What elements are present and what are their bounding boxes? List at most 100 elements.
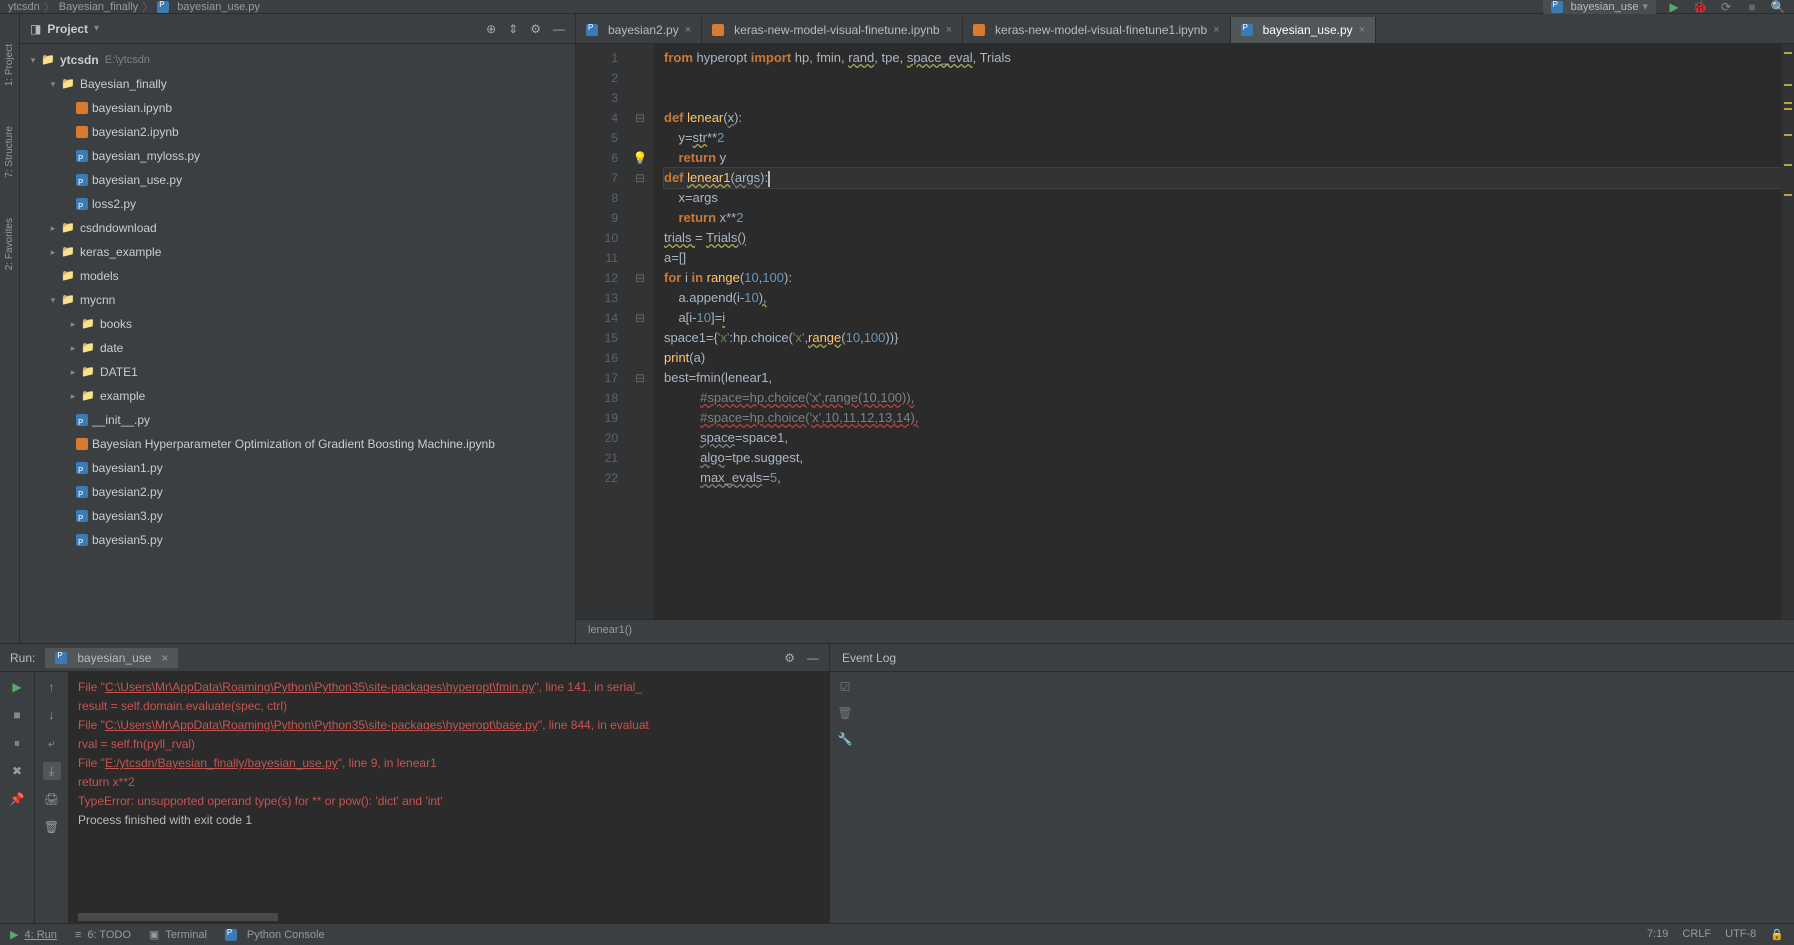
breadcrumb-part[interactable]: ytcsdn — [8, 1, 40, 13]
close-icon[interactable]: × — [161, 651, 168, 665]
tree-toggle-icon[interactable]: ▸ — [46, 218, 60, 238]
tree-toggle-icon[interactable]: ▸ — [66, 362, 80, 382]
tree-toggle-icon[interactable]: ▾ — [46, 290, 60, 310]
debug-icon[interactable]: 🐞 — [1692, 0, 1708, 15]
tree-file[interactable]: loss2.py — [20, 192, 575, 216]
search-icon[interactable]: 🔍 — [1770, 0, 1786, 15]
run-config-selector[interactable]: bayesian_use ▾ — [1543, 0, 1656, 15]
tree-folder[interactable]: ▾mycnn — [20, 288, 575, 312]
tree-toggle-icon[interactable]: ▸ — [66, 314, 80, 334]
wrap-icon[interactable]: ⤶ — [43, 734, 61, 752]
tree-folder[interactable]: ▸example — [20, 384, 575, 408]
terminal-icon: ▣ — [149, 928, 159, 941]
check-icon[interactable]: ☑ — [840, 680, 851, 694]
tree-folder[interactable]: ▾Bayesian_finally — [20, 72, 575, 96]
folder-icon — [60, 74, 76, 94]
stop-icon[interactable]: ■ — [1744, 0, 1760, 15]
fold-icon[interactable]: ⊟ — [626, 308, 654, 328]
bulb-icon[interactable]: 💡 — [626, 148, 654, 168]
up-icon[interactable]: ↑ — [43, 678, 61, 696]
tree-label: csdndownload — [80, 218, 157, 238]
pause-icon[interactable]: ⏸ — [8, 734, 26, 752]
stop-icon[interactable]: ■ — [8, 706, 26, 724]
collapse-icon[interactable]: ⇕ — [508, 22, 518, 36]
tree-file[interactable]: __init__.py — [20, 408, 575, 432]
bottom-tab-todo[interactable]: ≡6: TODO — [75, 928, 131, 941]
run-tab[interactable]: bayesian_use× — [45, 648, 178, 668]
editor-tab-active[interactable]: bayesian_use.py× — [1231, 17, 1377, 43]
tree-folder[interactable]: ▸ date — [20, 336, 575, 360]
fold-icon[interactable]: ⊟ — [626, 108, 654, 128]
status-position[interactable]: 7:19 — [1647, 928, 1668, 941]
python-icon — [76, 534, 88, 546]
exit-icon[interactable]: ✖ — [8, 762, 26, 780]
tree-toggle-icon[interactable]: ▸ — [66, 386, 80, 406]
tree-folder[interactable]: ▸books — [20, 312, 575, 336]
fold-icon[interactable]: ⊟ — [626, 368, 654, 388]
tree-file[interactable]: bayesian1.py — [20, 456, 575, 480]
tree-file[interactable]: bayesian2.py — [20, 480, 575, 504]
project-tree[interactable]: ▾ ytcsdn E:\ytcsdn ▾Bayesian_finally bay… — [20, 44, 575, 643]
bottom-tab-run[interactable]: ▶4: Run — [10, 928, 57, 941]
tree-file[interactable]: bayesian2.ipynb — [20, 120, 575, 144]
breadcrumb-part[interactable]: Bayesian_finally — [59, 1, 139, 13]
trash-icon[interactable]: 🗑 — [837, 706, 852, 720]
breadcrumb-part[interactable]: bayesian_use.py — [177, 1, 260, 13]
bottom-tab-terminal[interactable]: ▣Terminal — [149, 928, 207, 941]
tree-label: date — [100, 338, 123, 358]
tree-toggle-icon[interactable]: ▸ — [66, 338, 80, 358]
close-icon[interactable]: × — [1359, 24, 1365, 36]
gear-icon[interactable]: ⚙ — [784, 651, 795, 665]
tree-folder[interactable]: ▸ csdndownload — [20, 216, 575, 240]
tree-toggle-icon[interactable]: ▾ — [46, 74, 60, 94]
run-config-label: bayesian_use — [1571, 1, 1639, 13]
fold-icon[interactable]: ⊟ — [626, 168, 654, 188]
wrench-icon[interactable]: 🔧 — [838, 732, 853, 746]
tree-file[interactable]: Bayesian Hyperparameter Optimization of … — [20, 432, 575, 456]
run-action-gutter2: ↑ ↓ ⤶ ⤓ 🖨 🗑 — [34, 672, 68, 923]
tree-folder[interactable]: models — [20, 264, 575, 288]
print-icon[interactable]: 🖨 — [43, 790, 61, 808]
editor-tab[interactable]: bayesian2.py× — [576, 17, 702, 43]
tree-folder[interactable]: ▸DATE1 — [20, 360, 575, 384]
locate-icon[interactable]: ⊕ — [486, 22, 496, 36]
code-editor[interactable]: from hyperopt import hp, fmin, rand, tpe… — [654, 44, 1782, 619]
lock-icon[interactable]: 🔒 — [1770, 928, 1784, 941]
hide-icon[interactable]: — — [807, 651, 819, 665]
scroll-icon[interactable]: ⤓ — [43, 762, 61, 780]
tree-file[interactable]: bayesian_myloss.py — [20, 144, 575, 168]
tree-toggle-icon[interactable]: ▸ — [46, 242, 60, 262]
gear-icon[interactable]: ⚙ — [530, 22, 541, 36]
tree-file[interactable]: bayesian_use.py — [20, 168, 575, 192]
trash-icon[interactable]: 🗑 — [43, 818, 61, 836]
fold-icon[interactable]: ⊟ — [626, 268, 654, 288]
down-icon[interactable]: ↓ — [43, 706, 61, 724]
sidebar-tab-project[interactable]: 1: Project — [4, 44, 15, 86]
status-encoding[interactable]: UTF-8 — [1725, 928, 1756, 941]
sidebar-tab-favorites[interactable]: 2: Favorites — [4, 218, 15, 270]
tree-toggle-icon[interactable]: ▾ — [26, 50, 40, 70]
pin-icon[interactable]: 📌 — [8, 790, 26, 808]
tree-folder[interactable]: ▸keras_example — [20, 240, 575, 264]
error-stripe[interactable] — [1782, 44, 1794, 619]
sidebar-tab-structure[interactable]: 7: Structure — [4, 126, 15, 178]
editor-tab[interactable]: keras-new-model-visual-finetune.ipynb× — [702, 17, 963, 43]
tree-file[interactable]: bayesian3.py — [20, 504, 575, 528]
status-line-sep[interactable]: CRLF — [1682, 928, 1711, 941]
bottom-tab-pyconsole[interactable]: Python Console — [225, 928, 325, 941]
editor-tab[interactable]: keras-new-model-visual-finetune1.ipynb× — [963, 17, 1231, 43]
chevron-down-icon[interactable]: ▾ — [94, 23, 99, 34]
console-output[interactable]: File "C:\Users\Mr\AppData\Roaming\Python… — [68, 672, 829, 923]
tree-file[interactable]: bayesian5.py — [20, 528, 575, 552]
close-icon[interactable]: × — [685, 24, 691, 36]
close-icon[interactable]: × — [1213, 24, 1219, 36]
folder-icon — [80, 362, 96, 382]
hide-icon[interactable]: — — [553, 22, 565, 36]
tree-file[interactable]: bayesian.ipynb — [20, 96, 575, 120]
horizontal-scrollbar[interactable] — [78, 913, 278, 921]
run-icon[interactable]: ▶ — [1666, 0, 1682, 15]
close-icon[interactable]: × — [946, 24, 952, 36]
rerun-icon[interactable]: ▶ — [8, 678, 26, 696]
rerun-icon[interactable]: ⟳ — [1718, 0, 1734, 15]
tree-root[interactable]: ▾ ytcsdn E:\ytcsdn — [20, 48, 575, 72]
